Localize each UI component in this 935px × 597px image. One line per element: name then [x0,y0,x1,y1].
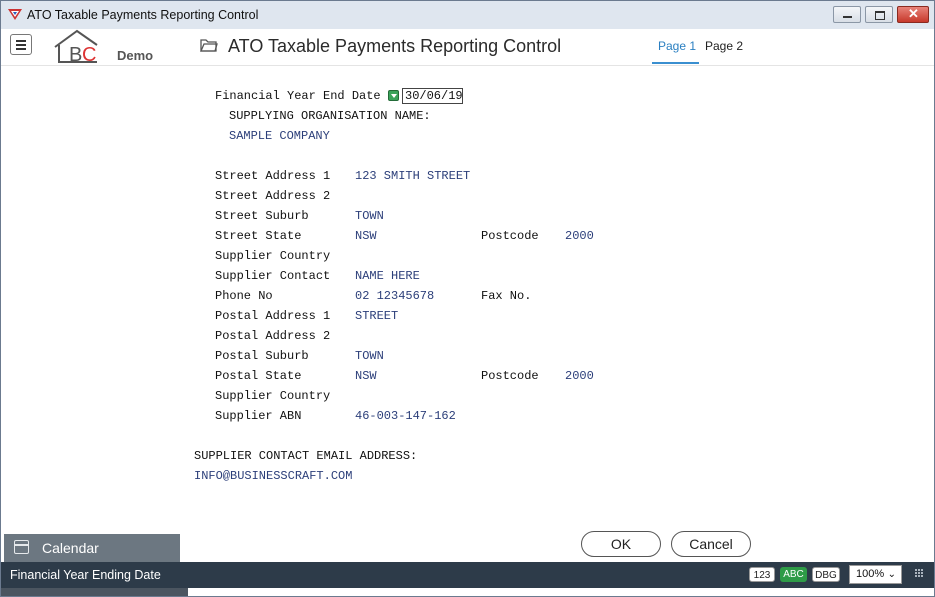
hamburger-icon-line [16,44,26,46]
maximize-button[interactable] [865,6,893,23]
postal-postcode-label: Postcode [481,369,539,383]
hamburger-icon-line [16,48,26,50]
text-mode-badge[interactable]: ABC [780,567,807,582]
postal-suburb-label: Postal Suburb [215,349,309,363]
supplier-country-1-label: Supplier Country [215,249,331,263]
tab-page-2[interactable]: Page 2 [705,39,743,53]
close-button[interactable]: ✕ [897,6,929,23]
street-postcode-label: Postcode [481,229,539,243]
phone-no-value[interactable]: 02 12345678 [355,289,434,303]
logo-b: B [69,44,82,65]
status-bar: Financial Year Ending Date 123 ABC DBG 1… [1,562,934,588]
zoom-value: 100% [856,568,885,580]
cancel-button[interactable]: Cancel [671,531,751,557]
tab-page-1[interactable]: Page 1 [658,39,696,53]
calendar-icon [14,540,29,554]
supplier-contact-label: Supplier Contact [215,269,331,283]
folder-icon [200,39,218,52]
email-label: SUPPLIER CONTACT EMAIL ADDRESS: [194,449,418,463]
phone-no-label: Phone No [215,289,273,303]
minimize-button[interactable] [833,6,861,23]
fax-no-label: Fax No. [481,289,532,303]
supplier-country-2-label: Supplier Country [215,389,331,403]
postal-suburb-value[interactable]: TOWN [355,349,384,363]
close-icon: ✕ [908,6,919,21]
street-address-1-label: Street Address 1 [215,169,331,183]
postal-address-2-label: Postal Address 2 [215,329,331,343]
street-address-1-value[interactable]: 123 SMITH STREET [355,169,470,183]
hamburger-icon [16,40,26,42]
date-dropdown-icon[interactable] [388,90,399,101]
calendar-panel-button[interactable]: Calendar [4,534,180,562]
supplier-contact-value[interactable]: NAME HERE [355,269,420,283]
fy-end-label: Financial Year End Date [215,89,381,103]
logo-c: C [82,44,96,65]
postal-postcode-value[interactable]: 2000 [565,369,594,383]
calendar-label: Calendar [42,540,99,556]
page-title: ATO Taxable Payments Reporting Control [228,36,562,56]
street-postcode-value[interactable]: 2000 [565,229,594,243]
fy-end-date-field[interactable]: 30/06/19 [402,88,463,104]
street-suburb-value[interactable]: TOWN [355,209,384,223]
supplier-abn-label: Supplier ABN [215,409,302,423]
resize-grip-icon[interactable] [915,569,923,577]
street-state-value[interactable]: NSW [355,229,377,243]
minimize-icon [843,16,852,18]
app-window: ATO Taxable Payments Reporting Control ✕… [0,0,935,597]
taskbar-strip [1,588,188,596]
supplying-org-label: SUPPLYING ORGANISATION NAME: [229,109,431,123]
ok-button[interactable]: OK [581,531,661,557]
supplier-abn-value[interactable]: 46-003-147-162 [355,409,456,423]
supplying-org-value[interactable]: SAMPLE COMPANY [229,129,330,143]
window-title: ATO Taxable Payments Reporting Control [27,8,259,22]
postal-state-value[interactable]: NSW [355,369,377,383]
form-area: Financial Year End Date 30/06/19 SUPPLYI… [1,65,934,533]
status-message: Financial Year Ending Date [10,568,161,582]
street-address-2-label: Street Address 2 [215,189,331,203]
email-value[interactable]: INFO@BUSINESSCRAFT.COM [194,469,352,483]
street-state-label: Street State [215,229,302,243]
postal-address-1-value[interactable]: STREET [355,309,398,323]
street-suburb-label: Street Suburb [215,209,309,223]
maximize-icon [875,11,885,20]
app-logo-icon [8,9,22,20]
logo-demo-label: Demo [117,48,154,63]
active-tab-indicator [652,62,699,64]
postal-state-label: Postal State [215,369,302,383]
postal-address-1-label: Postal Address 1 [215,309,331,323]
debug-badge[interactable]: DBG [812,567,840,582]
title-bar: ATO Taxable Payments Reporting Control ✕ [1,1,934,30]
page-header: B C Demo ATO Taxable Payments Reporting … [1,29,934,66]
chevron-down-icon: ⌄ [887,569,896,580]
numeric-mode-badge[interactable]: 123 [749,567,775,582]
zoom-select[interactable]: 100% ⌄ [849,565,902,584]
menu-button[interactable] [10,34,32,55]
